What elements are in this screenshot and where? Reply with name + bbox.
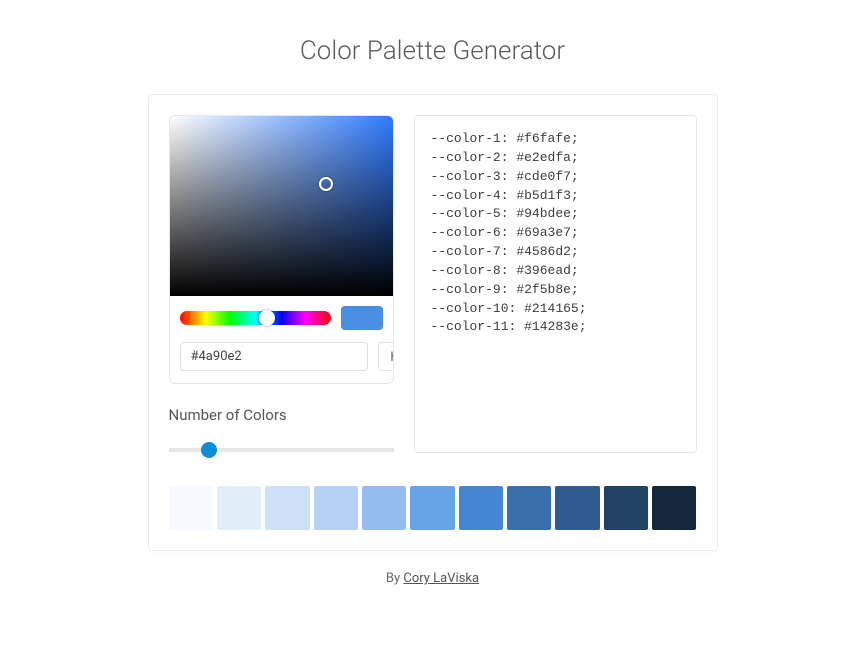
css-var-line: --color-3: #cde0f7; bbox=[431, 168, 680, 187]
palette-swatch[interactable] bbox=[169, 486, 213, 530]
hue-slider-handle[interactable] bbox=[259, 310, 275, 326]
slider-handle[interactable] bbox=[201, 442, 217, 458]
css-var-line: --color-5: #94bdee; bbox=[431, 205, 680, 224]
color-area[interactable] bbox=[170, 116, 393, 296]
css-var-line: --color-9: #2f5b8e; bbox=[431, 281, 680, 300]
css-var-line: --color-10: #214165; bbox=[431, 300, 680, 319]
css-var-line: --color-8: #396ead; bbox=[431, 262, 680, 281]
css-output[interactable]: --color-1: #f6fafe;--color-2: #e2edfa;--… bbox=[414, 115, 697, 453]
css-var-line: --color-4: #b5d1f3; bbox=[431, 187, 680, 206]
main-card: hex Number of Colors --color-1: #f6fafe;… bbox=[148, 94, 718, 551]
footer-by: By bbox=[386, 571, 403, 586]
number-of-colors-slider[interactable] bbox=[169, 438, 394, 462]
page-title: Color Palette Generator bbox=[0, 36, 865, 66]
palette-swatch[interactable] bbox=[362, 486, 406, 530]
palette-swatch[interactable] bbox=[652, 486, 696, 530]
palette-swatches bbox=[169, 486, 697, 530]
color-picker: hex bbox=[169, 115, 394, 384]
footer-author-link[interactable]: Cory LaViska bbox=[403, 571, 479, 586]
palette-swatch[interactable] bbox=[265, 486, 309, 530]
format-toggle-button[interactable]: hex bbox=[378, 342, 394, 371]
footer: By Cory LaViska bbox=[0, 571, 865, 586]
palette-swatch[interactable] bbox=[507, 486, 551, 530]
palette-swatch[interactable] bbox=[314, 486, 358, 530]
hex-input[interactable] bbox=[180, 342, 368, 371]
css-var-line: --color-2: #e2edfa; bbox=[431, 149, 680, 168]
number-of-colors-label: Number of Colors bbox=[169, 406, 394, 424]
css-var-line: --color-1: #f6fafe; bbox=[431, 130, 680, 149]
css-var-line: --color-7: #4586d2; bbox=[431, 243, 680, 262]
css-var-line: --color-11: #14283e; bbox=[431, 318, 680, 337]
css-var-line: --color-6: #69a3e7; bbox=[431, 224, 680, 243]
color-area-handle[interactable] bbox=[319, 177, 333, 191]
palette-swatch[interactable] bbox=[410, 486, 454, 530]
palette-swatch[interactable] bbox=[555, 486, 599, 530]
hue-slider[interactable] bbox=[180, 311, 331, 325]
palette-swatch[interactable] bbox=[217, 486, 261, 530]
color-preview-swatch bbox=[341, 306, 383, 330]
palette-swatch[interactable] bbox=[604, 486, 648, 530]
palette-swatch[interactable] bbox=[459, 486, 503, 530]
